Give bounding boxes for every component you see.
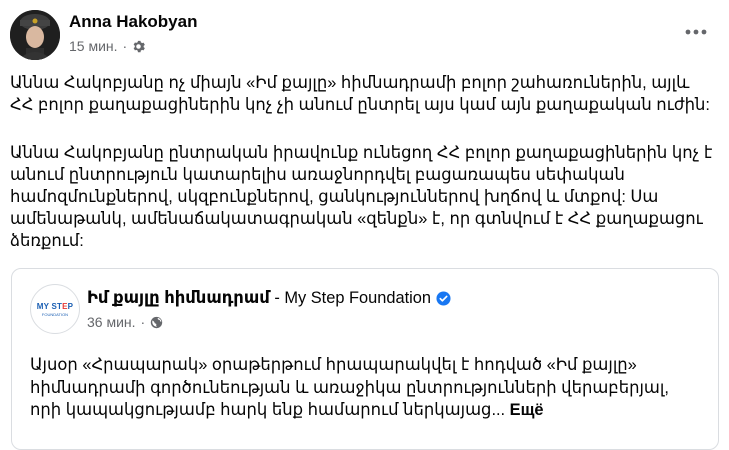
logo-wordmark: MY STEP	[36, 301, 74, 311]
shared-page-title: Իմ քայլը հիմնադրամ - My Step Foundation	[87, 288, 451, 308]
post-paragraph: Աննա Հակոբյանը ընտրական իրավունք ունեցող…	[10, 144, 713, 250]
author-name[interactable]: Anna Hakobyan	[69, 12, 197, 32]
verified-badge-icon	[436, 290, 451, 306]
post-meta: 15 мин. ·	[69, 38, 146, 54]
logo-subtext: FOUNDATION	[41, 311, 69, 317]
shared-page-suffix[interactable]: - My Step Foundation	[270, 289, 431, 307]
post-paragraph: Աննա Հակոբյանը ոչ միայն «Իմ քայլը» հիմնա…	[10, 74, 710, 114]
post-timestamp[interactable]: 15 мин.	[69, 38, 118, 54]
see-more-link[interactable]: Ещё	[510, 401, 544, 419]
meta-separator: ·	[140, 314, 146, 330]
globe-icon[interactable]	[150, 316, 163, 329]
shared-post-meta: 36 мин. ·	[87, 314, 163, 330]
shared-post-card[interactable]: MY STEP FOUNDATION Իմ քայլը հիմնադրամ - …	[11, 268, 719, 450]
shared-post-timestamp[interactable]: 36 мин.	[87, 314, 136, 330]
shared-post-text: Այսօր «Հրապարակ» օրաթերթում հրապարակվել …	[30, 354, 702, 422]
shared-page-name[interactable]: Իմ քայլը հիմնադրամ	[87, 289, 270, 307]
author-avatar[interactable]	[10, 10, 60, 60]
more-options-button[interactable]	[678, 20, 714, 44]
page-logo[interactable]: MY STEP FOUNDATION	[30, 284, 80, 334]
shared-post-body: Այսօր «Հրապարակ» օրաթերթում հրապարակվել …	[30, 356, 669, 419]
more-horizontal-icon	[685, 29, 707, 35]
avatar-image	[10, 10, 60, 60]
meta-separator: ·	[122, 38, 128, 54]
gear-icon[interactable]	[132, 40, 146, 53]
